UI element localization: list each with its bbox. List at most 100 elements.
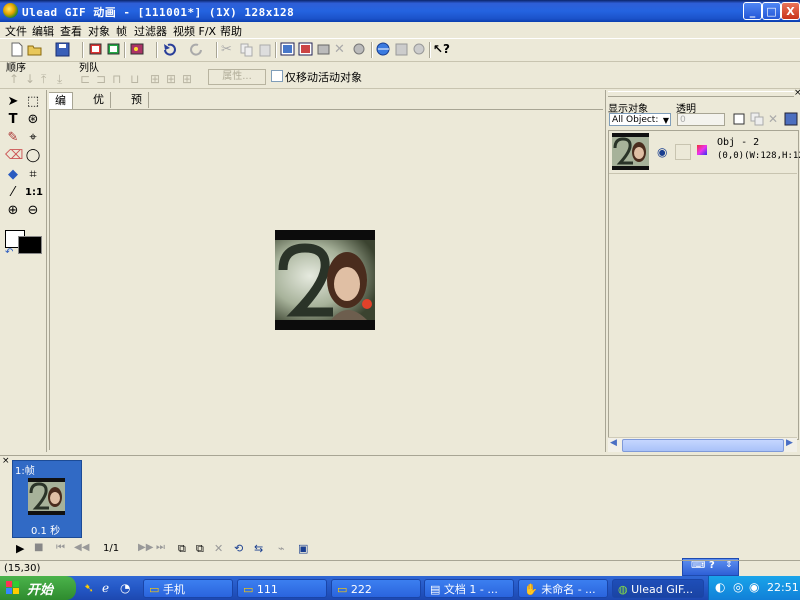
taskbar-item-active[interactable]: ◍ Ulead GIF...	[612, 579, 704, 598]
properties-icon[interactable]	[784, 112, 800, 127]
frame-delay[interactable]: 0.1 秒	[31, 522, 60, 537]
tab-optimize[interactable]: 优化	[87, 92, 111, 122]
properties-button[interactable]: 属性...	[208, 69, 266, 85]
menu-view[interactable]: 查看	[60, 23, 82, 39]
move-active-only-checkbox[interactable]	[271, 70, 283, 82]
zoom-in-icon[interactable]: ⊕	[5, 203, 21, 219]
frame-panel-options-icon[interactable]: ▣	[298, 542, 308, 555]
distribute-v-icon[interactable]: ⊞	[166, 73, 178, 85]
menu-filter[interactable]: 过滤器	[134, 23, 167, 39]
panel-grip[interactable]	[608, 91, 794, 97]
object-manager-icon[interactable]	[316, 42, 332, 57]
close-button[interactable]: X	[781, 2, 800, 20]
network-icon[interactable]: ◎	[733, 580, 743, 594]
import-icon[interactable]	[88, 42, 104, 57]
optimize-wizard-icon[interactable]	[352, 42, 368, 57]
background-color-swatch[interactable]	[18, 236, 42, 254]
align-top-icon[interactable]: ⊔	[130, 73, 142, 85]
duplicate-frame-icon[interactable]: ⧉	[196, 542, 204, 556]
eyedropper-tool-icon[interactable]: ⁄	[5, 185, 21, 201]
copy-icon[interactable]	[239, 42, 255, 57]
cut-icon[interactable]: ✂	[221, 42, 237, 57]
delete-icon[interactable]: ✕	[768, 112, 784, 127]
lock-toggle[interactable]	[675, 144, 691, 160]
horizontal-scrollbar[interactable]: ◀ ▶	[608, 437, 797, 452]
transform-tool-icon[interactable]: ⊛	[25, 112, 41, 128]
tab-preview[interactable]: 预览	[125, 92, 149, 122]
scroll-left-icon[interactable]: ◀	[610, 438, 617, 448]
object-list[interactable]	[608, 130, 799, 440]
pick-tool-icon[interactable]: ➤	[5, 94, 21, 110]
taskbar-item[interactable]: ▭ 222	[331, 579, 421, 598]
browser-preview-icon[interactable]	[376, 42, 392, 57]
chevron-down-icon[interactable]: ▼	[663, 114, 669, 127]
open-folder-icon[interactable]	[27, 42, 43, 57]
duplicate-object-icon[interactable]	[750, 112, 766, 127]
swap-colors-icon[interactable]: ↶	[5, 247, 13, 258]
image-canvas[interactable]	[275, 230, 375, 330]
reverse-frames-icon[interactable]: ⇆	[254, 542, 263, 555]
context-help-icon[interactable]: ↖?	[433, 42, 450, 57]
eye-visibility-icon[interactable]: ◉	[657, 145, 671, 159]
new-file-icon[interactable]	[9, 42, 25, 57]
app-icon[interactable]	[3, 3, 18, 18]
lasso-tool-icon[interactable]: ⌖	[25, 130, 41, 146]
brush-tool-icon[interactable]: ✎	[5, 130, 21, 146]
list-item[interactable]: ◉ Obj - 2 (0,0)(W:128,H:128	[609, 131, 800, 174]
internet-explorer-icon[interactable]: ℯ	[102, 581, 109, 595]
frame-properties-icon[interactable]: ⌁	[278, 542, 285, 555]
transparency-stepper[interactable]: 0	[677, 113, 725, 126]
quick-launch-arrow-icon[interactable]: ➷	[84, 581, 94, 595]
clock[interactable]: 22:51	[767, 581, 799, 594]
ellipse-select-icon[interactable]: ◯	[25, 148, 41, 164]
fill-tool-icon[interactable]: ◆	[5, 167, 21, 183]
menu-video-fx[interactable]: 视频 F/X	[173, 23, 216, 39]
frame-panel-close-icon[interactable]: ×	[2, 456, 10, 466]
text-tool-icon[interactable]: T	[5, 112, 21, 128]
taskbar-item[interactable]: ▤ 文档 1 - ...	[424, 579, 514, 598]
bring-forward-icon[interactable]: ⤒	[41, 73, 53, 85]
media-player-icon[interactable]: ◔	[120, 581, 130, 595]
eraser-tool-icon[interactable]: ⌫	[5, 148, 23, 164]
add-image-icon[interactable]	[280, 42, 296, 57]
title-bar[interactable]: Ulead GIF 动画 - [111001*] (1X) 128x128 _ …	[0, 0, 800, 22]
save-icon[interactable]	[55, 42, 71, 57]
stop-icon[interactable]: ■	[34, 542, 43, 553]
align-center-icon[interactable]: ⊐	[96, 73, 108, 85]
add-frame-icon[interactable]: ⧉	[178, 542, 186, 556]
scrollbar-thumb[interactable]	[622, 439, 784, 452]
send-backward-icon[interactable]: ⤓	[57, 73, 69, 85]
send-to-back-icon[interactable]: ↓	[25, 73, 37, 85]
scroll-right-icon[interactable]: ▶	[786, 438, 793, 448]
previous-frame-icon[interactable]: ◀◀	[74, 542, 89, 553]
paste-icon[interactable]	[257, 42, 273, 57]
taskbar-item[interactable]: ▭ 手机	[143, 579, 233, 598]
banner-text-icon[interactable]	[394, 42, 410, 57]
maximize-button[interactable]: □	[762, 2, 781, 20]
export-icon[interactable]	[106, 42, 122, 57]
panel-close-icon[interactable]: ×	[794, 88, 800, 98]
start-button[interactable]: 开始	[0, 576, 76, 600]
taskbar-item[interactable]: ▭ 111	[237, 579, 327, 598]
security-icon[interactable]: ◉	[749, 580, 759, 594]
menu-object[interactable]: 对象	[88, 23, 110, 39]
align-size-icon[interactable]: ⊞	[182, 73, 194, 85]
menu-help[interactable]: 帮助	[220, 23, 242, 39]
undo-icon[interactable]	[161, 42, 177, 57]
zoom-out-icon[interactable]: ⊖	[25, 203, 41, 219]
menu-file[interactable]: 文件	[5, 23, 27, 39]
image-editor-icon[interactable]	[130, 42, 146, 57]
taskbar-item[interactable]: ✋ 未命名 - ...	[518, 579, 608, 598]
disabled-tool-icon[interactable]	[412, 42, 428, 57]
actual-size-icon[interactable]: 1:1	[25, 185, 43, 201]
redo-icon[interactable]	[189, 42, 205, 57]
frame-thumbnail[interactable]: 1:帧 0.1 秒	[12, 460, 82, 538]
object-filter-select[interactable]: All Object: ▼	[609, 113, 671, 126]
volume-icon[interactable]: ◐	[715, 580, 725, 594]
delete-object-icon[interactable]: ✕	[334, 42, 350, 57]
first-frame-icon[interactable]: ⏮	[56, 542, 65, 553]
bring-to-front-icon[interactable]: ↑	[9, 73, 21, 85]
distribute-h-icon[interactable]: ⊞	[150, 73, 162, 85]
delete-frame-icon[interactable]: ✕	[214, 542, 223, 555]
minimize-button[interactable]: _	[743, 2, 762, 20]
